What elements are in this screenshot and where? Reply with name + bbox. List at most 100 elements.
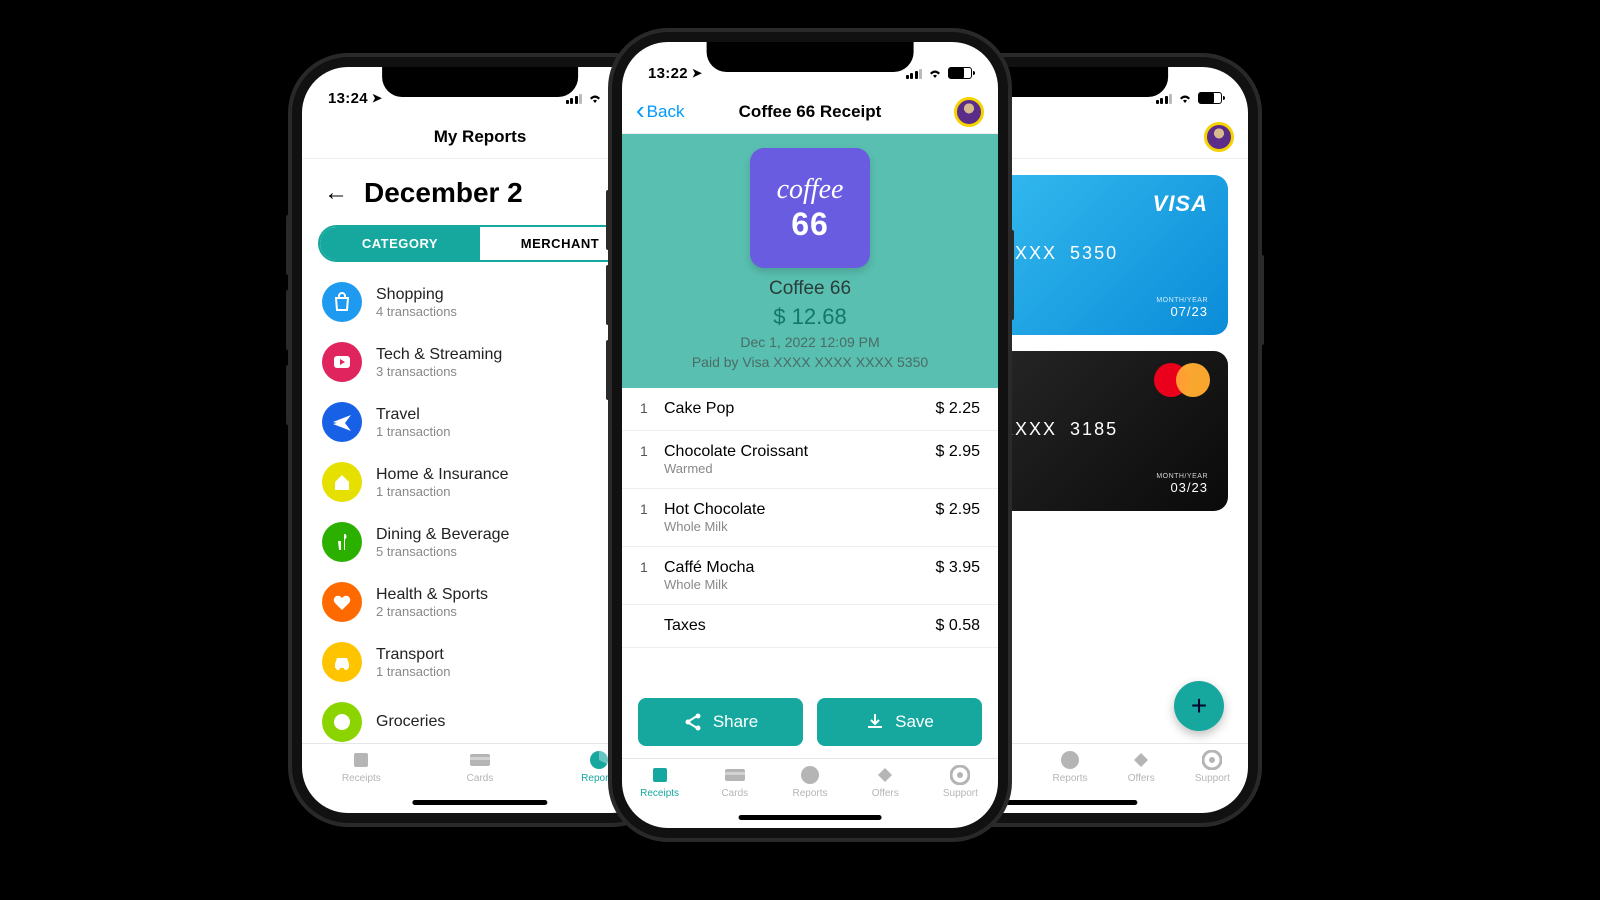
home-indicator[interactable]	[412, 800, 547, 805]
line-name: Caffé Mocha	[664, 559, 754, 576]
home-icon	[322, 462, 362, 502]
category-sub: 2 transactions	[376, 604, 488, 619]
receipt-hero: coffee 66 Coffee 66 $ 12.68 Dec 1, 2022 …	[622, 134, 998, 388]
segment-control: CATEGORY MERCHANT	[318, 225, 642, 262]
category-item[interactable]: Dining & Beverage5 transactions	[302, 512, 658, 572]
category-name: Tech & Streaming	[376, 346, 502, 364]
share-icon	[683, 712, 703, 732]
navbar: ‹Back Coffee 66 Receipt	[622, 90, 998, 134]
visa-logo: VISA	[1153, 191, 1208, 217]
reports-icon	[1059, 750, 1081, 770]
offers-icon	[874, 765, 896, 785]
tab-support[interactable]: Support	[1177, 750, 1248, 813]
line-item: 1 Hot ChocolateWhole Milk$ 2.95	[622, 489, 998, 547]
category-name: Dining & Beverage	[376, 526, 509, 544]
save-button[interactable]: Save	[817, 698, 982, 746]
category-item[interactable]: Tech & Streaming3 transactions	[302, 332, 658, 392]
wifi-icon	[587, 92, 603, 104]
wifi-icon	[1177, 92, 1193, 104]
home-indicator[interactable]	[1002, 800, 1137, 805]
merchant-name: Coffee 66	[622, 278, 998, 300]
share-button[interactable]: Share	[638, 698, 803, 746]
cards-icon	[469, 750, 491, 770]
category-sub: 3 transactions	[376, 364, 502, 379]
cards-icon	[724, 765, 746, 785]
back-button[interactable]: ‹Back	[636, 102, 684, 122]
car-icon	[322, 642, 362, 682]
line-item: 1 Caffé MochaWhole Milk$ 3.95	[622, 547, 998, 605]
tab-support[interactable]: Support	[923, 765, 998, 828]
play-icon	[322, 342, 362, 382]
battery-icon	[1198, 92, 1222, 104]
category-sub: 4 transactions	[376, 304, 457, 319]
avatar[interactable]	[954, 97, 984, 127]
dining-icon	[322, 522, 362, 562]
receipts-icon	[649, 765, 671, 785]
plus-icon: +	[1191, 690, 1207, 722]
wifi-icon	[927, 67, 943, 79]
battery-icon	[948, 67, 972, 79]
category-item[interactable]: Transport1 transaction	[302, 632, 658, 692]
location-icon: ➤	[372, 91, 382, 105]
line-name: Taxes	[664, 617, 706, 634]
exp-label: MONTH/YEAR	[1156, 297, 1208, 304]
bag-icon	[322, 282, 362, 322]
line-qty: 1	[640, 443, 656, 476]
line-sub: Whole Milk	[664, 519, 936, 534]
add-card-button[interactable]: +	[1174, 681, 1224, 731]
category-name: Travel	[376, 406, 450, 424]
segment-category[interactable]: CATEGORY	[320, 227, 480, 260]
exp-label: MONTH/YEAR	[1156, 473, 1208, 480]
line-sub: Warmed	[664, 461, 936, 476]
signal-icon	[906, 68, 923, 79]
line-name: Chocolate Croissant	[664, 443, 808, 460]
line-item: 1 Cake Pop $ 2.25	[622, 388, 998, 431]
line-price: $ 2.95	[936, 501, 980, 534]
page-title: Coffee 66 Receipt	[739, 102, 882, 122]
prev-month-button[interactable]: ←	[324, 179, 348, 207]
line-name: Cake Pop	[664, 400, 734, 417]
receipt-payment: Paid by Visa XXXX XXXX XXXX 5350	[622, 354, 998, 370]
mastercard-logo	[1154, 363, 1210, 399]
line-qty: 1	[640, 400, 656, 418]
support-icon	[949, 765, 971, 785]
category-sub: 5 transactions	[376, 544, 509, 559]
category-item[interactable]: Travel1 transaction	[302, 392, 658, 452]
home-indicator[interactable]	[739, 815, 882, 820]
receipts-icon	[350, 750, 372, 770]
line-qty: 1	[640, 559, 656, 592]
card-expiry: 07/23	[1170, 304, 1208, 319]
heart-icon	[322, 582, 362, 622]
category-sub: 1 transaction	[376, 664, 450, 679]
line-qty: 1	[640, 501, 656, 534]
tab-receipts[interactable]: Receipts	[302, 750, 421, 813]
month-title: December 2	[364, 177, 523, 209]
category-item[interactable]: Health & Sports2 transactions	[302, 572, 658, 632]
line-price: $ 3.95	[936, 559, 980, 592]
category-item[interactable]: Home & Insurance1 transaction	[302, 452, 658, 512]
status-time: 13:22	[648, 65, 688, 82]
offers-icon	[1130, 750, 1152, 770]
category-name: Transport	[376, 646, 450, 664]
notch	[707, 42, 914, 72]
line-price: $ 0.58	[936, 617, 980, 635]
category-item[interactable]: Groceries	[302, 692, 658, 743]
line-name: Hot Chocolate	[664, 501, 765, 518]
tab-receipts[interactable]: Receipts	[622, 765, 697, 828]
category-name: Home & Insurance	[376, 466, 509, 484]
category-sub: 1 transaction	[376, 484, 509, 499]
cart-icon	[322, 702, 362, 742]
line-price: $ 2.25	[936, 400, 980, 418]
location-icon: ➤	[692, 66, 702, 80]
phone-receipt: 13:22➤ ‹Back Coffee 66 Receipt coffee 66	[610, 30, 1010, 840]
receipt-datetime: Dec 1, 2022 12:09 PM	[622, 334, 998, 350]
line-sub: Whole Milk	[664, 577, 936, 592]
avatar[interactable]	[1204, 122, 1234, 152]
category-name: Shopping	[376, 286, 457, 304]
plane-icon	[322, 402, 362, 442]
line-item: Taxes $ 0.58	[622, 605, 998, 648]
category-item[interactable]: Shopping4 transactions	[302, 272, 658, 332]
reports-icon	[799, 765, 821, 785]
page-title: My Reports	[434, 127, 527, 147]
line-price: $ 2.95	[936, 443, 980, 476]
